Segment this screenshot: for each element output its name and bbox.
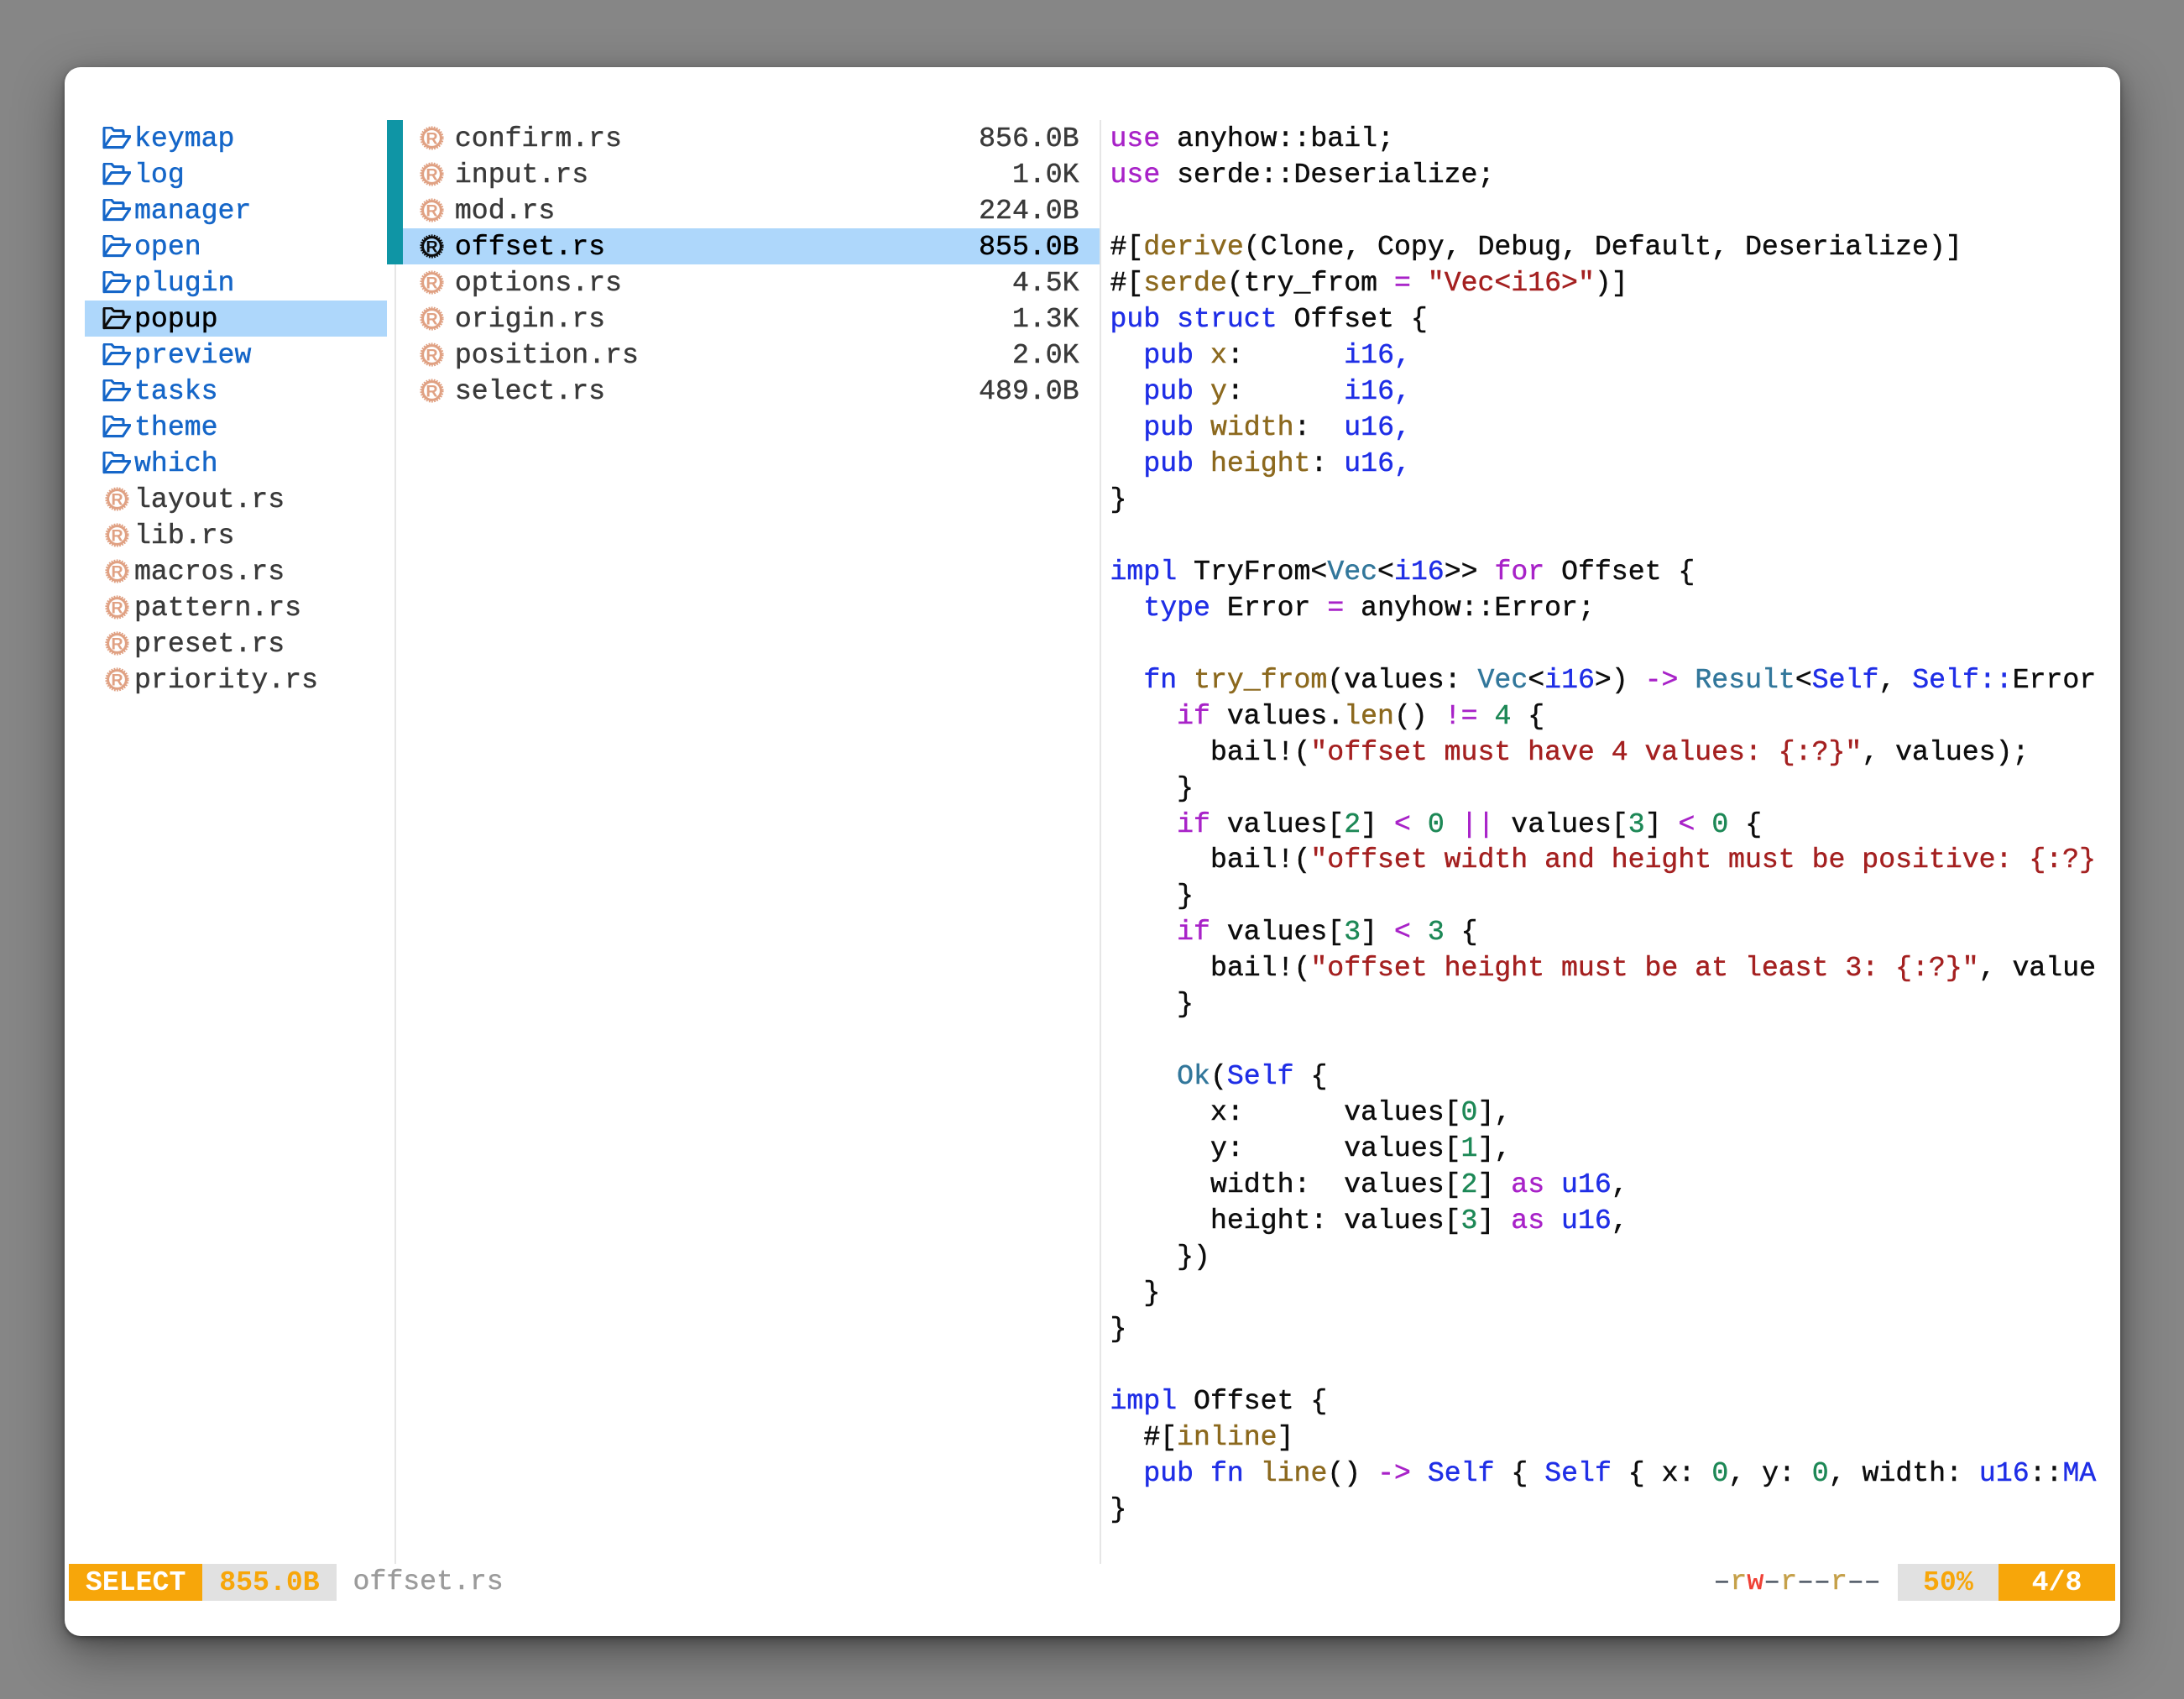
svg-text:R: R (426, 166, 437, 185)
svg-text:R: R (426, 383, 437, 401)
svg-text:R: R (426, 274, 437, 293)
svg-text:R: R (111, 490, 123, 509)
svg-text:R: R (111, 671, 123, 689)
svg-text:R: R (111, 562, 123, 581)
svg-text:R: R (426, 311, 437, 329)
svg-text:R: R (111, 526, 123, 545)
svg-text:R: R (426, 130, 437, 149)
svg-text:R: R (426, 347, 437, 365)
svg-text:R: R (111, 635, 123, 653)
svg-text:R: R (426, 238, 437, 257)
svg-text:R: R (426, 202, 437, 221)
svg-text:R: R (111, 599, 123, 617)
